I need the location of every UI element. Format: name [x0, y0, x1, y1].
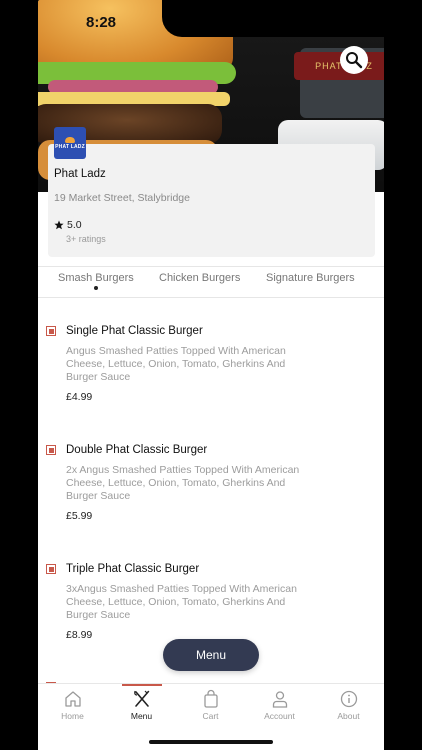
- shopping-bag-icon: [203, 689, 218, 708]
- logo-burger-mark: [65, 136, 75, 143]
- nav-label: Home: [61, 711, 84, 721]
- nav-about[interactable]: About: [314, 689, 383, 721]
- menu-button[interactable]: Menu: [163, 639, 259, 671]
- category-tabs: Smash Burgers Chicken Burgers Signature …: [38, 272, 384, 296]
- item-price: £4.99: [66, 391, 93, 403]
- device-notch: [162, 0, 384, 37]
- tab-smash-burgers[interactable]: Smash Burgers: [58, 272, 134, 284]
- item-price: £5.99: [66, 510, 93, 522]
- item-name: Single Phat Classic Burger: [66, 325, 203, 337]
- item-checkbox[interactable]: [46, 326, 56, 336]
- search-icon: [346, 52, 363, 69]
- nav-menu[interactable]: Menu: [107, 689, 176, 721]
- nav-label: Menu: [130, 711, 153, 721]
- takeaway-box-label: PHAT LADZ: [294, 52, 384, 80]
- nav-label: About: [337, 711, 360, 721]
- box-brand-text: PHAT LADZ: [315, 61, 372, 71]
- nav-account[interactable]: Account: [245, 689, 314, 721]
- rating-value: 5.0: [67, 219, 82, 231]
- restaurant-rating: 5.0: [54, 219, 82, 231]
- restaurant-address: 19 Market Street, Stalybridge: [54, 192, 190, 204]
- tab-chicken-burgers[interactable]: Chicken Burgers: [159, 272, 240, 284]
- tabs-divider: [38, 297, 384, 298]
- tab-signature-burgers[interactable]: Signature Burgers: [266, 272, 355, 284]
- home-indicator[interactable]: [149, 740, 273, 744]
- nav-active-indicator: [122, 684, 162, 686]
- item-checkbox[interactable]: [46, 564, 56, 574]
- star-icon: [54, 220, 64, 230]
- status-time: 8:28: [86, 14, 117, 31]
- nav-label: Cart: [202, 711, 219, 721]
- user-icon: [272, 691, 287, 708]
- app-screen: PHAT LADZ 8:28 PHAT LADZ Phat Ladz 19 Ma…: [38, 0, 384, 750]
- home-icon: [64, 691, 81, 707]
- active-tab-indicator: [94, 286, 98, 290]
- item-price: £8.99: [66, 629, 93, 641]
- search-button[interactable]: [340, 46, 368, 74]
- tabs-divider: [38, 266, 384, 267]
- logo-text: PHAT LADZ: [55, 143, 85, 150]
- item-description: Angus Smashed Patties Topped With Americ…: [66, 345, 286, 383]
- item-description: 3xAngus Smashed Patties Topped With Amer…: [66, 583, 297, 621]
- info-icon: [340, 690, 357, 708]
- nav-cart[interactable]: Cart: [176, 689, 245, 721]
- fork-knife-icon: [133, 690, 149, 707]
- restaurant-name: Phat Ladz: [54, 168, 106, 180]
- nav-home[interactable]: Home: [38, 689, 107, 721]
- item-name: Triple Phat Classic Burger: [66, 563, 200, 575]
- item-checkbox[interactable]: [46, 445, 56, 455]
- item-name: Double Phat Classic Burger: [66, 444, 208, 456]
- restaurant-info-card: PHAT LADZ Phat Ladz 19 Market Street, St…: [48, 127, 375, 257]
- nav-label: Account: [264, 711, 295, 721]
- item-description: 2x Angus Smashed Patties Topped With Ame…: [66, 464, 300, 502]
- rating-count: 3+ ratings: [66, 234, 106, 244]
- restaurant-logo: PHAT LADZ: [54, 127, 86, 159]
